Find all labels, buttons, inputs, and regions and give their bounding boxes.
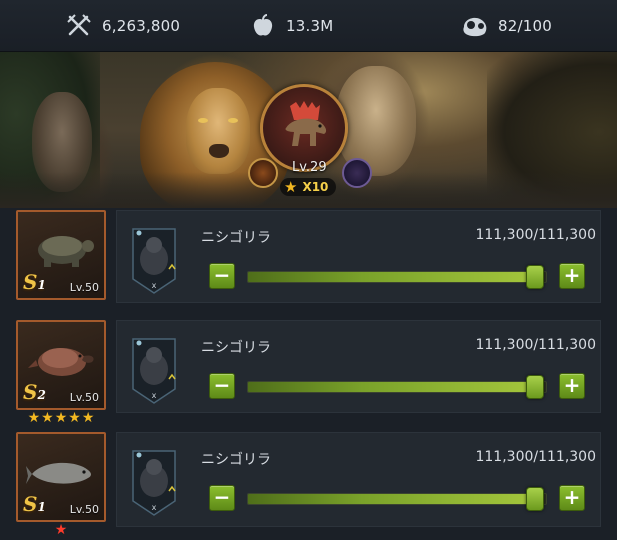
food-stat: 13.3M (248, 8, 333, 44)
svg-text:x: x (152, 391, 157, 400)
troop-row: S2 Lv.50 ★ ★ ★ ★ ★ x ニシゴリラ 111,300/111,300 −… (0, 320, 617, 426)
food-value: 13.3M (286, 17, 334, 35)
star-icon: ★ (54, 410, 68, 426)
beast-card[interactable]: S2 Lv.50 (16, 320, 106, 410)
slider-thumb[interactable] (526, 487, 544, 511)
crossed-swords-icon (64, 11, 94, 41)
increase-button[interactable]: + (559, 485, 585, 511)
gorilla-troop-icon[interactable]: x (129, 335, 179, 405)
svg-text:x: x (152, 281, 157, 290)
troop-slider[interactable] (247, 493, 547, 505)
troop-row: S1 Lv.50 ★ x ニシゴリラ 111,300/111,300 − + (0, 432, 617, 538)
turtle-icon (38, 236, 94, 267)
fish-icon (26, 462, 91, 484)
troop-name: ニシゴリラ (201, 452, 271, 468)
hero-banner: Lv.29 ★ X10 (0, 52, 617, 208)
star-icon: ★ (27, 410, 41, 426)
star-icon: ★ (284, 178, 298, 196)
hero-level: Lv.29 (292, 160, 327, 175)
star-icon: ★ (68, 410, 81, 426)
lion-eye-right (228, 118, 238, 123)
star-icon: ★ (81, 410, 95, 426)
capacity-stat: 82/100 (460, 8, 552, 44)
gorilla-troop-icon[interactable]: x (129, 225, 179, 295)
troop-panel: x ニシゴリラ 111,300/111,300 − + (116, 210, 601, 303)
slider-fill (248, 494, 535, 504)
slider-fill (248, 272, 535, 282)
troop-count: 111,300/111,300 (475, 449, 596, 465)
beast-stars: ★ ★ ★ ★ ★ (16, 410, 106, 426)
star-icon: ★ (54, 522, 68, 538)
troop-row: S1 Lv.50 x ニシゴリラ 111,300/111,300 − + (0, 210, 617, 310)
troop-panel: x ニシゴリラ 111,300/111,300 − + (116, 320, 601, 413)
decrease-button[interactable]: − (209, 373, 235, 399)
lion-eye-left (198, 118, 208, 123)
capacity-value: 82/100 (498, 17, 552, 35)
dinosaur-icon (285, 101, 327, 146)
decrease-button[interactable]: − (209, 485, 235, 511)
beast-card[interactable]: S1 Lv.50 (16, 432, 106, 522)
tier-badge: S2 (23, 380, 46, 404)
increase-button[interactable]: + (559, 373, 585, 399)
troop-name: ニシゴリラ (201, 230, 271, 246)
beast-stars: ★ (16, 522, 106, 538)
apple-icon (248, 11, 278, 41)
troop-name: ニシゴリラ (201, 340, 271, 356)
tier-badge: S1 (23, 270, 46, 294)
increase-button[interactable]: + (559, 263, 585, 289)
beast-level: Lv.50 (69, 503, 99, 516)
top-stats-bar: 6,263,800 13.3M 82/100 (0, 0, 617, 52)
slider-thumb[interactable] (526, 375, 544, 399)
platypus-icon (28, 348, 94, 376)
star-icon: ★ (41, 410, 54, 426)
beast-card[interactable]: S1 Lv.50 (16, 210, 106, 300)
beast-level: Lv.50 (69, 281, 99, 294)
troop-slider[interactable] (247, 381, 547, 393)
lion-nose (209, 144, 229, 158)
power-value: 6,263,800 (102, 17, 181, 35)
hero-multiplier: ★ X10 (280, 178, 337, 196)
hero-multiplier-value: X10 (302, 180, 329, 194)
troop-count: 111,300/111,300 (475, 337, 596, 353)
troop-slider[interactable] (247, 271, 547, 283)
tier-badge: S1 (23, 492, 46, 516)
beast-level: Lv.50 (69, 391, 99, 404)
lion-face (186, 88, 250, 174)
hero-skill-badge-left[interactable] (248, 158, 278, 188)
slider-fill (248, 382, 535, 392)
gorilla-troop-icon[interactable]: x (129, 447, 179, 517)
decrease-button[interactable]: − (209, 263, 235, 289)
slider-thumb[interactable] (526, 265, 544, 289)
svg-text:x: x (152, 503, 157, 512)
power-stat: 6,263,800 (64, 8, 180, 44)
troop-count: 111,300/111,300 (475, 227, 596, 243)
hero-skill-badge-right[interactable] (342, 158, 372, 188)
capacity-icon (460, 11, 490, 41)
troop-panel: x ニシゴリラ 111,300/111,300 − + (116, 432, 601, 527)
